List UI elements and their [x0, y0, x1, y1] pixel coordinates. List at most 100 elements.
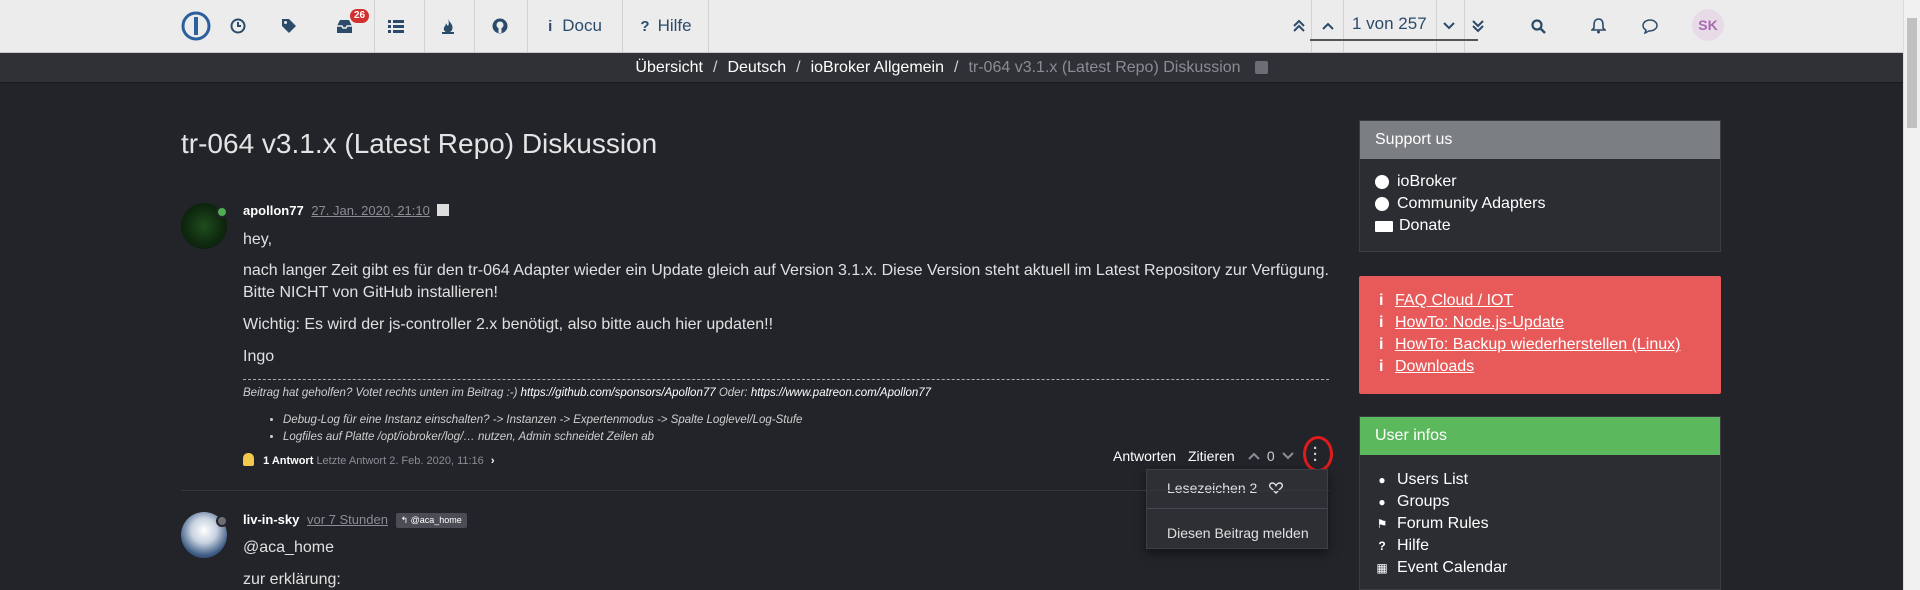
offline-status-indicator	[216, 515, 228, 527]
github-icon	[492, 18, 508, 34]
bookmark-menu-item[interactable]: Lesezeichen 2	[1167, 480, 1284, 496]
faq-link-nodejs-update[interactable]: i HowTo: Node.js-Update	[1379, 312, 1701, 334]
double-chevron-up-icon	[1293, 19, 1305, 32]
signature-link-github[interactable]: https://github.com/sponsors/Apollon77	[521, 387, 716, 399]
menu-divider	[1147, 508, 1327, 509]
signature-list-item: Debug-Log für eine Instanz einschalten? …	[283, 412, 802, 429]
info-icon: i	[548, 17, 553, 35]
support-link-iobroker[interactable]: ioBroker	[1375, 171, 1705, 193]
replies-summary[interactable]: 1 Antwort Letzte Antwort 2. Feb. 2020, 1…	[243, 453, 495, 467]
post-author-name[interactable]: liv-in-sky	[243, 512, 299, 527]
vote-count: 0	[1266, 448, 1275, 464]
reply-to-tag[interactable]: ↰ @aca_home	[395, 513, 467, 528]
bell-icon	[1590, 18, 1606, 34]
post-meta: liv-in-sky vor 7 Stunden ↰ @aca_home	[243, 512, 467, 528]
list-icon	[388, 20, 404, 33]
pager-position[interactable]: 1 von 257	[1352, 14, 1427, 34]
upvote-icon[interactable]	[1248, 452, 1260, 460]
calendar-icon: ▦	[1376, 561, 1388, 575]
user-avatar[interactable]: SK	[1692, 9, 1724, 41]
first-post-button[interactable]	[1288, 0, 1310, 52]
tags-icon	[282, 19, 296, 33]
edited-icon	[437, 204, 450, 216]
info-icon: i	[1379, 292, 1384, 309]
faq-links-box: i FAQ Cloud / IOT i HowTo: Node.js-Update …	[1359, 276, 1721, 394]
next-post-button[interactable]	[1438, 0, 1460, 52]
github-button[interactable]	[484, 0, 516, 52]
faq-link-label: FAQ Cloud / IOT	[1395, 292, 1514, 309]
user-infos-hilfe[interactable]: ? Hilfe	[1375, 535, 1705, 557]
report-post-menu-item[interactable]: Diesen Beitrag melden	[1167, 525, 1309, 541]
replier-avatar	[243, 453, 254, 466]
pager-progress-line	[1310, 39, 1478, 41]
hilfe-label: Hilfe	[657, 16, 692, 35]
reply-button[interactable]: Antworten	[1113, 448, 1176, 464]
recent-button[interactable]	[222, 0, 254, 52]
user-infos-groups[interactable]: ● Groups	[1375, 491, 1705, 513]
post-tools-menu-icon[interactable]: · · ·	[1313, 441, 1318, 468]
notifications-button[interactable]	[1582, 0, 1614, 52]
faq-link-downloads[interactable]: i Downloads	[1379, 356, 1701, 378]
bookmark-label: Lesezeichen 2	[1167, 480, 1258, 496]
support-link-donate[interactable]: Donate	[1375, 215, 1705, 237]
post-author-name[interactable]: apollon77	[243, 203, 304, 218]
hilfe-link[interactable]: ? Hilfe	[634, 0, 698, 52]
scrollbar-thumb[interactable]	[1907, 18, 1917, 128]
question-icon: ?	[1378, 539, 1386, 553]
support-link-label: ioBroker	[1397, 173, 1457, 190]
user-infos-label: Users List	[1397, 471, 1469, 488]
notifications-inbox-button[interactable]: 26	[326, 0, 370, 52]
rss-icon[interactable]	[1254, 61, 1268, 74]
user-infos-users-list[interactable]: ● Users List	[1375, 469, 1705, 491]
pager-divider	[1436, 0, 1437, 52]
signature-oder: Oder:	[718, 387, 748, 399]
chats-button[interactable]	[1634, 0, 1666, 52]
post-body-line: Bitte NICHT von GitHub installieren!	[243, 284, 498, 301]
popular-button[interactable]	[432, 0, 464, 52]
signature-divider	[243, 379, 1329, 380]
reply-arrow-icon: ↰	[400, 515, 409, 525]
nav-divider	[708, 0, 709, 52]
faq-link-cloud-iot[interactable]: i FAQ Cloud / IOT	[1379, 290, 1701, 312]
user-infos-event-calendar[interactable]: ▦ Event Calendar	[1375, 557, 1705, 579]
categories-button[interactable]	[380, 0, 412, 52]
prev-post-button[interactable]	[1316, 0, 1340, 52]
support-link-community-adapters[interactable]: Community Adapters	[1375, 193, 1705, 215]
iobroker-logo[interactable]	[176, 0, 216, 52]
post-body-line: @aca_home	[243, 539, 334, 556]
user-infos-panel-header: User infos	[1360, 417, 1720, 455]
docu-link[interactable]: i Docu	[540, 0, 610, 52]
online-status-indicator	[216, 206, 228, 218]
user-infos-label: Groups	[1397, 493, 1450, 510]
signature-link-patreon[interactable]: https://www.patreon.com/Apollon77	[751, 387, 931, 399]
search-button[interactable]	[1522, 0, 1554, 52]
post-tools-dropdown: Lesezeichen 2 Diesen Beitrag melden	[1146, 469, 1328, 549]
post-body-line: Ingo	[243, 348, 275, 365]
faq-link-backup-restore[interactable]: i HowTo: Backup wiederherstellen (Linux)	[1379, 334, 1701, 356]
heart-icon	[1269, 482, 1284, 494]
highlight-circle	[1303, 436, 1333, 472]
downvote-icon[interactable]	[1281, 452, 1294, 460]
reply-to-user: @aca_home	[410, 515, 462, 525]
faq-link-label: Downloads	[1395, 358, 1475, 375]
notification-count-badge: 26	[350, 9, 370, 23]
info-icon: i	[1379, 336, 1384, 353]
post-timestamp[interactable]: 27. Jan. 2020, 21:10	[311, 203, 430, 218]
breadcrumb-iobroker-allgemein[interactable]: ioBroker Allgemein	[811, 59, 944, 77]
nav-divider	[527, 0, 528, 52]
support-panel: Support us ioBroker Community Adapters D…	[1359, 120, 1721, 252]
quote-button[interactable]: Zitieren	[1188, 448, 1235, 464]
chat-icon	[1642, 18, 1658, 34]
support-link-label: Donate	[1399, 217, 1451, 234]
tags-button[interactable]	[274, 0, 306, 52]
page-scrollbar[interactable]	[1903, 0, 1920, 590]
last-post-button[interactable]	[1467, 0, 1489, 52]
post-timestamp[interactable]: vor 7 Stunden	[307, 512, 388, 527]
docu-label: Docu	[562, 16, 602, 35]
user-infos-label: Forum Rules	[1397, 515, 1489, 532]
user-infos-forum-rules[interactable]: ⚑ Forum Rules	[1375, 513, 1705, 535]
info-icon: i	[1379, 358, 1384, 375]
breadcrumb-separator: /	[712, 58, 718, 76]
breadcrumb-deutsch[interactable]: Deutsch	[727, 59, 786, 77]
breadcrumb-overview[interactable]: Übersicht	[635, 59, 703, 77]
